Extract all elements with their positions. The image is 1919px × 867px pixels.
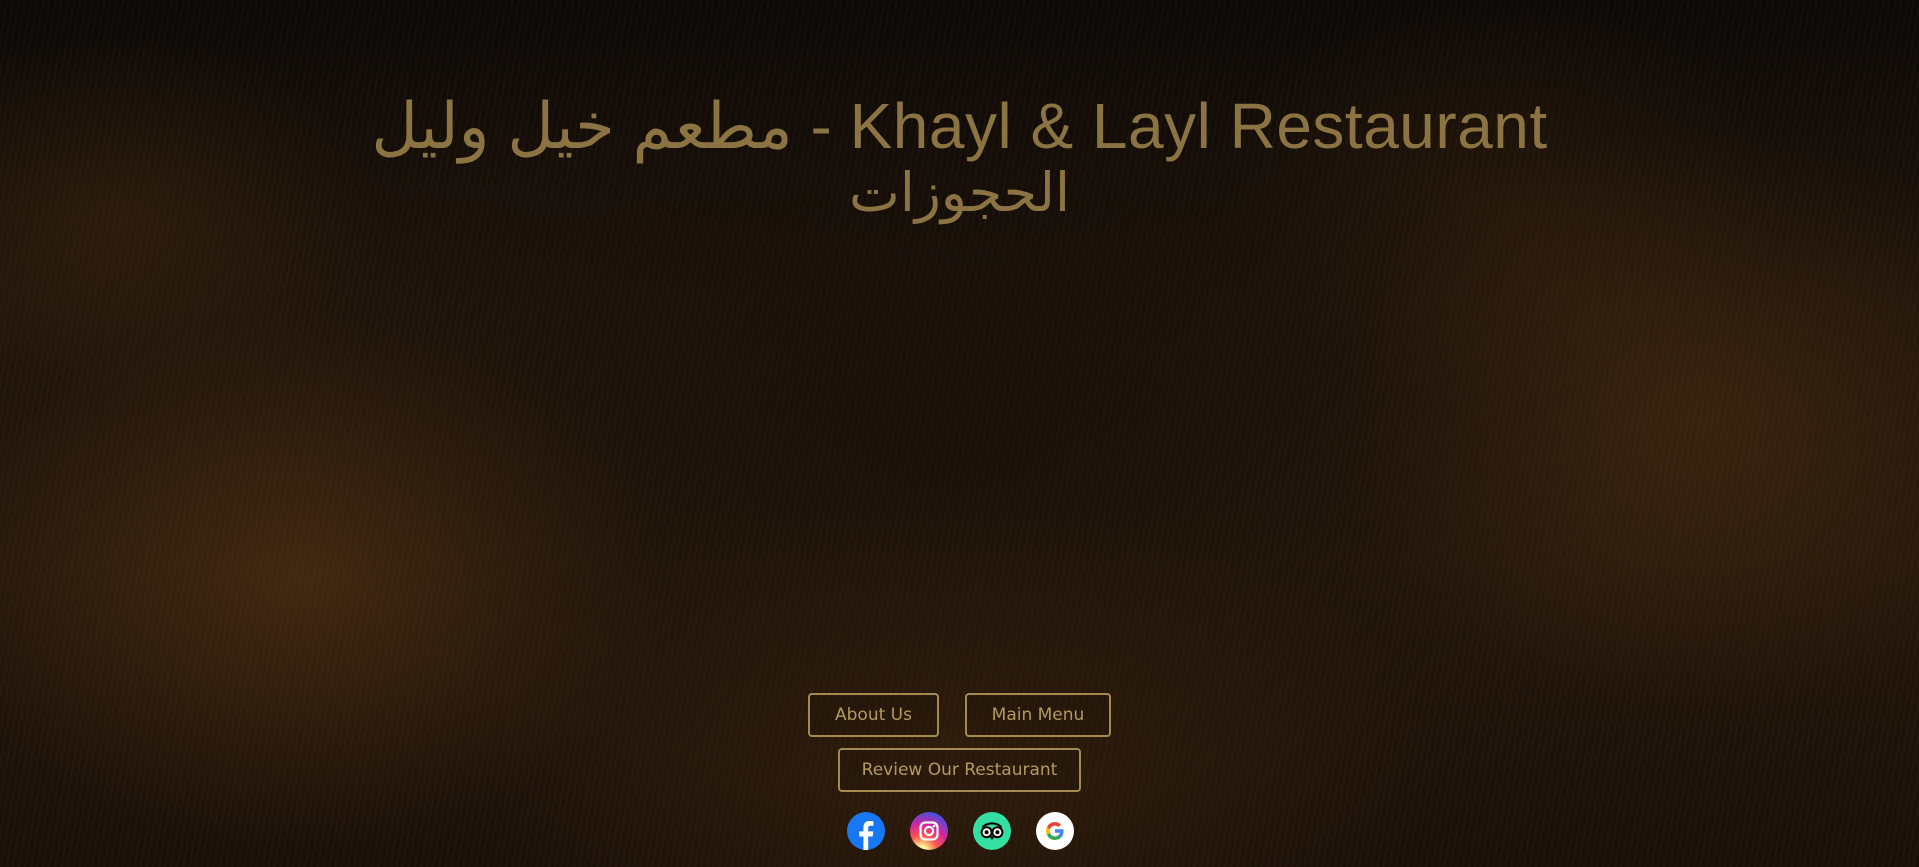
instagram-icon: [910, 812, 948, 850]
page-header: مطعم خيل وليل - Khayl & Layl Restaurant …: [0, 90, 1919, 224]
page-title: مطعم خيل وليل - Khayl & Layl Restaurant: [371, 90, 1548, 162]
nav-row-primary: About Us Main Menu: [0, 693, 1919, 737]
page-subtitle: الحجوزات: [849, 163, 1070, 223]
main-menu-button[interactable]: Main Menu: [965, 693, 1111, 737]
google-link[interactable]: [1036, 812, 1074, 850]
tripadvisor-link[interactable]: [973, 812, 1011, 850]
nav-row-secondary: Review Our Restaurant: [0, 748, 1919, 792]
facebook-icon: [847, 812, 885, 850]
tripadvisor-icon: [973, 812, 1011, 850]
google-icon: [1036, 812, 1074, 850]
facebook-link[interactable]: [847, 812, 885, 850]
about-us-button[interactable]: About Us: [808, 693, 939, 737]
social-links: [0, 812, 1919, 850]
review-restaurant-button[interactable]: Review Our Restaurant: [838, 748, 1081, 792]
instagram-link[interactable]: [910, 812, 948, 850]
